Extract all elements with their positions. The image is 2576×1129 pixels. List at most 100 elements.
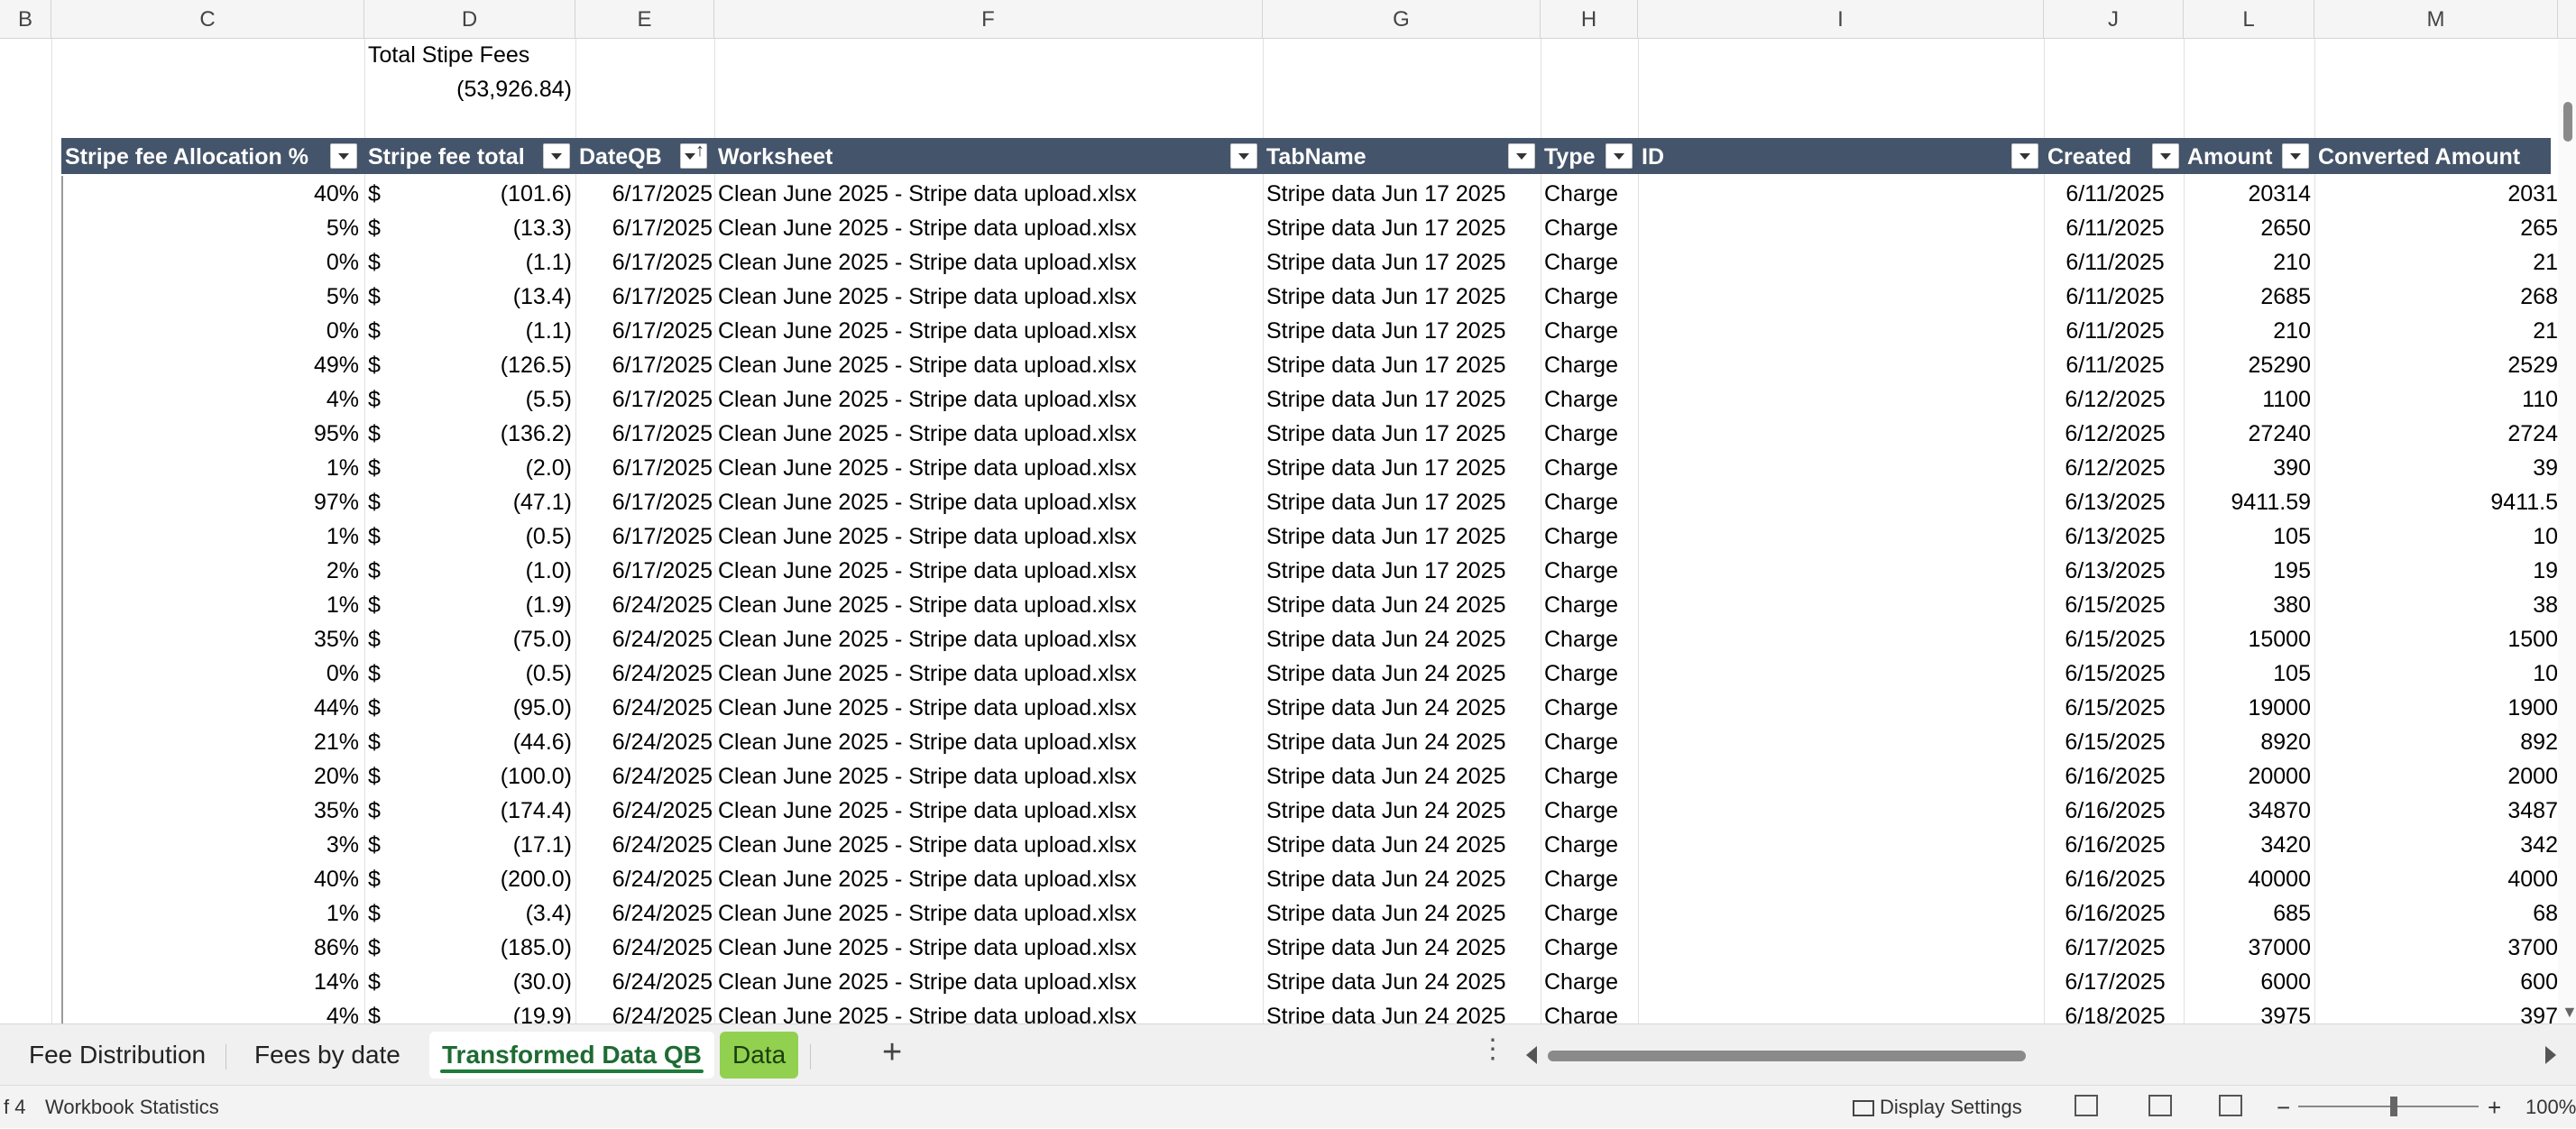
cell-tabname[interactable]: Stripe data Jun 17 2025 (1266, 381, 1537, 416)
cell-dateqb[interactable]: 6/24/2025 (577, 690, 713, 724)
table-row[interactable]: 49% $ (126.5) 6/17/2025 Clean June 2025 - St… (0, 347, 2576, 381)
sheet-tab-fees-by-date[interactable]: Fees by date (242, 1032, 413, 1079)
cell-converted-amount[interactable]: 39 (2318, 450, 2558, 484)
cell-worksheet[interactable]: Clean June 2025 - Stripe data upload.xls… (718, 347, 1259, 381)
cell-currency-symbol[interactable]: $ (368, 690, 386, 724)
cell-dateqb[interactable]: 6/17/2025 (577, 313, 713, 347)
cell-dateqb[interactable]: 6/24/2025 (577, 964, 713, 998)
cell-tabname[interactable]: Stripe data Jun 17 2025 (1266, 279, 1537, 313)
table-row[interactable]: 1% $ (2.0) 6/17/2025 Clean June 2025 - Strip… (0, 450, 2576, 484)
cell-worksheet[interactable]: Clean June 2025 - Stripe data upload.xls… (718, 313, 1259, 347)
cell-created[interactable]: 6/18/2025 (2047, 998, 2183, 1023)
cell-fee-total[interactable]: (44.6) (388, 724, 572, 758)
cell-allocation-pct[interactable]: 35% (63, 621, 359, 656)
cell-amount[interactable]: 25290 (2187, 347, 2311, 381)
cell-allocation-pct[interactable]: 1% (63, 519, 359, 553)
cell-tabname[interactable]: Stripe data Jun 17 2025 (1266, 244, 1537, 279)
cell-created[interactable]: 6/11/2025 (2047, 313, 2183, 347)
cell-converted-amount[interactable]: 19 (2318, 553, 2558, 587)
cell-fee-total[interactable]: (174.4) (388, 793, 572, 827)
cell-converted-amount[interactable]: 38 (2318, 587, 2558, 621)
cell-allocation-pct[interactable]: 20% (63, 758, 359, 793)
column-header-J[interactable]: J (2044, 0, 2184, 38)
cell-fee-total[interactable]: (100.0) (388, 758, 572, 793)
header-allocation-pct[interactable]: Stripe fee Allocation % (61, 138, 364, 174)
cell-converted-amount[interactable]: 342 (2318, 827, 2558, 861)
cell-fee-total[interactable]: (13.4) (388, 279, 572, 313)
cell-converted-amount[interactable]: 265 (2318, 210, 2558, 244)
cell-tabname[interactable]: Stripe data Jun 24 2025 (1266, 621, 1537, 656)
cell-dateqb[interactable]: 6/17/2025 (577, 484, 713, 519)
cell-worksheet[interactable]: Clean June 2025 - Stripe data upload.xls… (718, 244, 1259, 279)
cell-currency-symbol[interactable]: $ (368, 450, 386, 484)
cell-dateqb[interactable]: 6/17/2025 (577, 553, 713, 587)
cell-currency-symbol[interactable]: $ (368, 621, 386, 656)
column-header-D[interactable]: D (364, 0, 575, 38)
cell-worksheet[interactable]: Clean June 2025 - Stripe data upload.xls… (718, 210, 1259, 244)
cell-type[interactable]: Charge (1544, 621, 1634, 656)
filter-dropdown-icon[interactable] (543, 143, 570, 169)
sort-ascending-icon[interactable] (680, 141, 707, 169)
cell-created[interactable]: 6/13/2025 (2047, 484, 2183, 519)
cell-created[interactable]: 6/13/2025 (2047, 519, 2183, 553)
table-row[interactable]: 2% $ (1.0) 6/17/2025 Clean June 2025 - Strip… (0, 553, 2576, 587)
column-header-E[interactable]: E (575, 0, 714, 38)
cell-dateqb[interactable]: 6/24/2025 (577, 861, 713, 895)
cell-currency-symbol[interactable]: $ (368, 519, 386, 553)
cell-allocation-pct[interactable]: 97% (63, 484, 359, 519)
cell-worksheet[interactable]: Clean June 2025 - Stripe data upload.xls… (718, 930, 1259, 964)
cell-allocation-pct[interactable]: 5% (63, 210, 359, 244)
cell-converted-amount[interactable]: 21 (2318, 244, 2558, 279)
cell-amount[interactable]: 19000 (2187, 690, 2311, 724)
cell-tabname[interactable]: Stripe data Jun 17 2025 (1266, 210, 1537, 244)
header-converted-amount[interactable]: Converted Amount (2314, 138, 2551, 174)
cell-amount[interactable]: 2685 (2187, 279, 2311, 313)
cell-allocation-pct[interactable]: 49% (63, 347, 359, 381)
cell-fee-total[interactable]: (126.5) (388, 347, 572, 381)
table-row[interactable]: 86% $ (185.0) 6/24/2025 Clean June 2025 - St… (0, 930, 2576, 964)
cell-dateqb[interactable]: 6/24/2025 (577, 656, 713, 690)
header-worksheet[interactable]: Worksheet (714, 138, 1263, 174)
cell-converted-amount[interactable]: 10 (2318, 519, 2558, 553)
column-header-L[interactable]: L (2184, 0, 2314, 38)
cell-type[interactable]: Charge (1544, 313, 1634, 347)
column-header-B[interactable]: B (0, 0, 51, 38)
cell-fee-total[interactable]: (13.3) (388, 210, 572, 244)
cell-fee-total[interactable]: (47.1) (388, 484, 572, 519)
cell-worksheet[interactable]: Clean June 2025 - Stripe data upload.xls… (718, 381, 1259, 416)
cell-amount[interactable]: 27240 (2187, 416, 2311, 450)
filter-dropdown-icon[interactable] (2152, 143, 2179, 169)
table-row[interactable]: 3% $ (17.1) 6/24/2025 Clean June 2025 - Stri… (0, 827, 2576, 861)
cell-allocation-pct[interactable]: 21% (63, 724, 359, 758)
cell-converted-amount[interactable]: 68 (2318, 895, 2558, 930)
cell-created[interactable]: 6/16/2025 (2047, 861, 2183, 895)
cell-type[interactable]: Charge (1544, 724, 1634, 758)
cell-dateqb[interactable]: 6/17/2025 (577, 244, 713, 279)
cell-currency-symbol[interactable]: $ (368, 210, 386, 244)
cell-dateqb[interactable]: 6/24/2025 (577, 724, 713, 758)
cell-currency-symbol[interactable]: $ (368, 861, 386, 895)
filter-dropdown-icon[interactable] (2282, 143, 2309, 169)
column-header-F[interactable]: F (714, 0, 1263, 38)
filter-dropdown-icon[interactable] (2011, 143, 2038, 169)
cell-worksheet[interactable]: Clean June 2025 - Stripe data upload.xls… (718, 758, 1259, 793)
cell-currency-symbol[interactable]: $ (368, 930, 386, 964)
cell-dateqb[interactable]: 6/24/2025 (577, 587, 713, 621)
cell-tabname[interactable]: Stripe data Jun 24 2025 (1266, 587, 1537, 621)
cell-fee-total[interactable]: (17.1) (388, 827, 572, 861)
cell-created[interactable]: 6/16/2025 (2047, 758, 2183, 793)
cell-amount[interactable]: 3420 (2187, 827, 2311, 861)
table-row[interactable]: 0% $ (1.1) 6/17/2025 Clean June 2025 - Strip… (0, 313, 2576, 347)
table-row[interactable]: 5% $ (13.3) 6/17/2025 Clean June 2025 - Stri… (0, 210, 2576, 244)
table-row[interactable]: 21% $ (44.6) 6/24/2025 Clean June 2025 - Str… (0, 724, 2576, 758)
cell-tabname[interactable]: Stripe data Jun 24 2025 (1266, 895, 1537, 930)
cell-tabname[interactable]: Stripe data Jun 24 2025 (1266, 724, 1537, 758)
cell-worksheet[interactable]: Clean June 2025 - Stripe data upload.xls… (718, 484, 1259, 519)
cell-created[interactable]: 6/11/2025 (2047, 279, 2183, 313)
cell-allocation-pct[interactable]: 4% (63, 381, 359, 416)
cell-fee-total[interactable]: (2.0) (388, 450, 572, 484)
cell-tabname[interactable]: Stripe data Jun 17 2025 (1266, 450, 1537, 484)
cell-amount[interactable]: 34870 (2187, 793, 2311, 827)
vertical-scroll-thumb[interactable] (2563, 102, 2572, 142)
cell-currency-symbol[interactable]: $ (368, 964, 386, 998)
